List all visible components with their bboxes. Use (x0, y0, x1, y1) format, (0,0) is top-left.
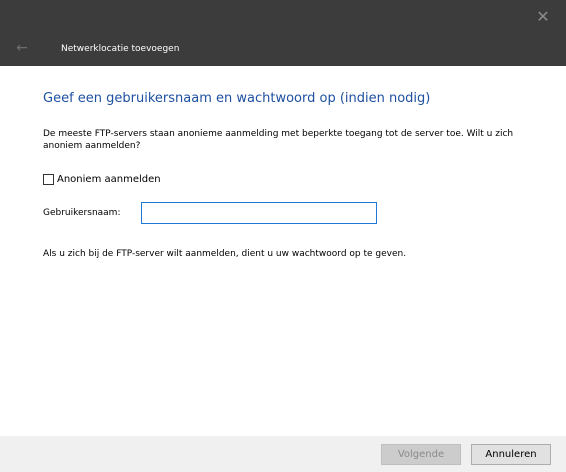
window-titlebar: ✕ ← Netwerklocatie toevoegen (0, 0, 566, 66)
anonymous-login-checkbox[interactable] (43, 174, 54, 185)
description-text: De meeste FTP-servers staan anonieme aan… (43, 129, 514, 151)
username-input[interactable] (141, 202, 377, 224)
back-arrow-icon: ← (16, 40, 28, 56)
window-title: Netwerklocatie toevoegen (61, 44, 180, 54)
anonymous-login-row[interactable]: Anoniem aanmelden (43, 174, 161, 185)
username-label: Gebruikersnaam: (43, 208, 121, 218)
anonymous-login-label[interactable]: Anoniem aanmelden (57, 174, 161, 185)
close-icon: ✕ (536, 6, 550, 26)
cancel-button[interactable]: Annuleren (471, 444, 551, 465)
wizard-footer: Volgende Annuleren (0, 436, 566, 472)
back-button[interactable]: ← (8, 36, 36, 60)
next-button[interactable]: Volgende (381, 444, 461, 465)
page-heading: Geef een gebruikersnaam en wachtwoord op… (43, 91, 431, 106)
password-info-text: Als u zich bij de FTP-server wilt aanmel… (43, 249, 407, 259)
close-button[interactable]: ✕ (520, 0, 566, 32)
username-row: Gebruikersnaam: (43, 202, 377, 224)
